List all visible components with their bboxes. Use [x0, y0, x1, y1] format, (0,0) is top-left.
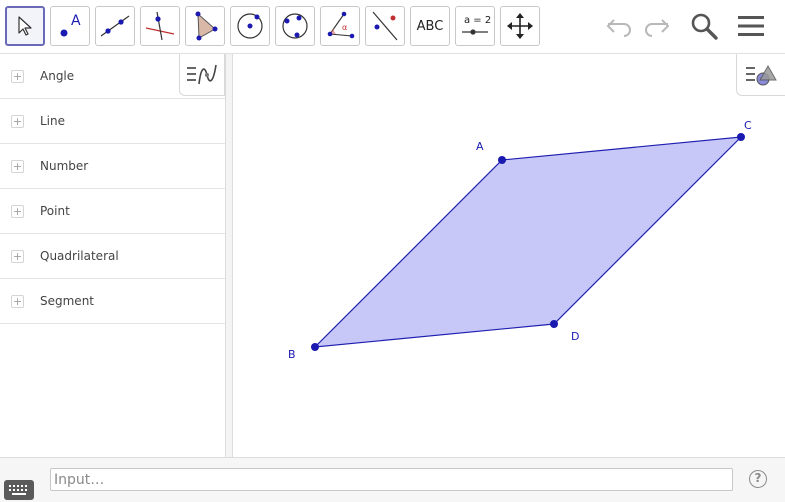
- expand-icon[interactable]: +: [11, 250, 24, 263]
- category-label: Point: [40, 204, 70, 218]
- category-segment[interactable]: + Segment: [0, 279, 225, 324]
- expand-icon[interactable]: +: [11, 70, 24, 83]
- redo-button[interactable]: [638, 8, 674, 44]
- graphics-view[interactable]: A B C D: [233, 54, 785, 457]
- move-graphics-view-tool-button[interactable]: [500, 6, 540, 46]
- text-tool-label: ABC: [416, 18, 444, 34]
- move-arrows-icon: [507, 13, 533, 39]
- move-tool-button[interactable]: [5, 6, 45, 46]
- point-label-d: D: [571, 330, 579, 343]
- reflect-tool-button[interactable]: [365, 6, 405, 46]
- angle-tool-button[interactable]: α: [320, 6, 360, 46]
- reflect-about-line-icon: [372, 11, 398, 41]
- geogebra-app: A α ABC a = 2 + Angle + Line + Number + …: [0, 0, 785, 502]
- search-button[interactable]: [686, 8, 722, 44]
- category-label: Number: [40, 159, 89, 173]
- redo-icon: [645, 19, 670, 37]
- perpendicular-line-icon: [145, 11, 175, 41]
- expand-icon[interactable]: +: [11, 205, 24, 218]
- keyboard-button[interactable]: [4, 480, 34, 500]
- circle-three-points-tool-button[interactable]: [275, 6, 315, 46]
- slider-icon: a = 2: [462, 15, 491, 35]
- line-tool-button[interactable]: [95, 6, 135, 46]
- input-bar: ?: [0, 457, 785, 502]
- line-through-two-points-icon: [100, 15, 130, 37]
- undo-icon: [606, 19, 631, 37]
- expand-icon[interactable]: +: [11, 160, 24, 173]
- expand-icon[interactable]: +: [11, 115, 24, 128]
- point-label-c: C: [744, 119, 752, 132]
- category-label: Segment: [40, 294, 94, 308]
- algebra-view: + Angle + Line + Number + Point + Quadri…: [0, 54, 226, 457]
- cursor-arrow-icon: [18, 16, 32, 36]
- polygon-tool-button[interactable]: [185, 6, 225, 46]
- point-b[interactable]: [311, 343, 319, 351]
- graphics-style-icon: [746, 64, 777, 85]
- help-icon: ?: [754, 471, 762, 485]
- help-button[interactable]: ?: [749, 470, 767, 488]
- point-label-b: B: [288, 348, 296, 361]
- category-label: Quadrilateral: [40, 249, 119, 263]
- menu-button[interactable]: [733, 8, 769, 44]
- perpendicular-line-tool-button[interactable]: [140, 6, 180, 46]
- undo-button[interactable]: [602, 8, 638, 44]
- category-quadrilateral[interactable]: + Quadrilateral: [0, 234, 225, 279]
- point-icon: A: [60, 13, 81, 37]
- category-line[interactable]: + Line: [0, 99, 225, 144]
- slider-tool-button[interactable]: a = 2: [455, 6, 495, 46]
- toolbar: A α ABC a = 2: [0, 0, 785, 54]
- point-tool-label: A: [71, 13, 81, 29]
- svg-text:α: α: [342, 23, 347, 32]
- view-divider[interactable]: [226, 54, 233, 457]
- circle-three-points-icon: [282, 13, 308, 39]
- circle-tool-button[interactable]: [230, 6, 270, 46]
- quadrilateral-shape[interactable]: [313, 136, 743, 348]
- category-number[interactable]: + Number: [0, 144, 225, 189]
- point-a[interactable]: [498, 156, 506, 164]
- point-tool-button[interactable]: A: [50, 6, 90, 46]
- category-point[interactable]: + Point: [0, 189, 225, 234]
- text-tool-button[interactable]: ABC: [410, 6, 450, 46]
- slider-tool-label: a = 2: [464, 15, 491, 26]
- point-d[interactable]: [550, 320, 558, 328]
- point-c[interactable]: [737, 133, 745, 141]
- search-icon: [691, 13, 718, 40]
- polygon-icon: [195, 11, 218, 41]
- algebra-input-field[interactable]: [50, 468, 733, 491]
- algebra-style-bar-button[interactable]: [179, 54, 225, 96]
- point-label-a: A: [476, 140, 484, 153]
- keyboard-icon: [9, 485, 27, 495]
- graphics-canvas[interactable]: A B C D: [233, 54, 785, 457]
- category-label: Angle: [40, 69, 75, 83]
- category-label: Line: [40, 114, 66, 128]
- menu-icon: [738, 16, 764, 36]
- circle-center-point-icon: [237, 13, 263, 39]
- graphics-style-bar-button[interactable]: [736, 54, 785, 96]
- algebra-style-icon: [187, 64, 217, 84]
- angle-icon: α: [327, 11, 355, 39]
- expand-icon[interactable]: +: [11, 295, 24, 308]
